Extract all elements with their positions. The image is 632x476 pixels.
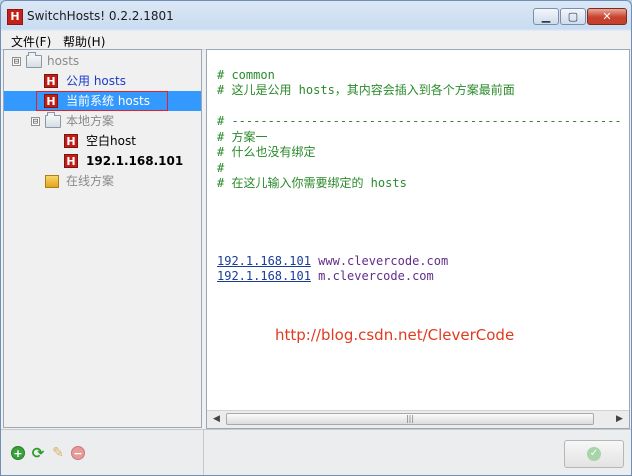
hostname: m.clevercode.com [318, 269, 434, 283]
tree-item-common-hosts[interactable]: H 公用 hosts [4, 71, 201, 91]
scrollbar-thumb[interactable]: ||| [226, 413, 594, 425]
collapse-toggle-icon[interactable]: ⊟ [12, 57, 21, 67]
ip-address[interactable]: 192.1.168.101 [217, 269, 311, 283]
app-window: H SwitchHosts! 0.2.2.1801 ▁ ▢ ✕ 文件(F) 帮助… [0, 0, 632, 476]
tree-item-label: 192.1.168.101 [86, 154, 184, 168]
menu-file[interactable]: 文件(F) [11, 33, 51, 50]
toolbar-divider [203, 430, 204, 475]
code-line: # 什么也没有绑定 [217, 145, 316, 159]
horizontal-scrollbar[interactable]: ◀ ||| ▶ [207, 410, 629, 428]
apply-button[interactable]: ✓ [564, 440, 624, 468]
code-line: # 在这儿输入你需要绑定的 hosts [217, 176, 407, 190]
editor-text[interactable]: # common # 这儿是公用 hosts，其内容会插入到各个方案最前面 # -… [217, 52, 622, 316]
host-entry: 192.1.168.101 m.clevercode.com [217, 269, 622, 285]
title-bar[interactable]: H SwitchHosts! 0.2.2.1801 ▁ ▢ ✕ [1, 1, 631, 31]
hosts-file-icon: H [64, 134, 78, 148]
minimize-button[interactable]: ▁ [533, 8, 559, 25]
tree-item-scheme-192[interactable]: H 192.1.168.101 [4, 151, 201, 171]
blog-watermark: http://blog.csdn.net/CleverCode [275, 326, 515, 344]
tree-item-label: hosts [47, 54, 80, 68]
maximize-button[interactable]: ▢ [560, 8, 586, 25]
tree-item-local-schemes[interactable]: ⊟ 本地方案 [4, 111, 201, 131]
hosts-file-icon: H [44, 74, 58, 88]
collapse-toggle-icon[interactable]: ⊟ [31, 117, 40, 127]
delete-icon[interactable]: − [71, 446, 85, 460]
tree-item-label: 本地方案 [66, 114, 115, 128]
close-button[interactable]: ✕ [587, 8, 627, 25]
code-line: # 这儿是公用 hosts，其内容会插入到各个方案最前面 [217, 83, 515, 97]
bottom-toolbar: + ⟳ ✎ − ✓ [1, 429, 631, 475]
tree-item-blank-host[interactable]: H 空白host [4, 131, 201, 151]
hosts-editor[interactable]: # common # 这儿是公用 hosts，其内容会插入到各个方案最前面 # -… [206, 49, 630, 429]
scroll-left-icon[interactable]: ◀ [209, 412, 224, 426]
code-line: # common [217, 67, 275, 82]
add-icon[interactable]: + [11, 446, 25, 460]
host-entry: 192.1.168.101 www.clevercode.com [217, 254, 622, 270]
tree-item-label: 空白host [86, 134, 136, 148]
tree-item-label: 在线方案 [66, 174, 115, 188]
menu-bar: 文件(F) 帮助(H) [1, 31, 631, 50]
code-line: # [217, 160, 225, 175]
hosts-tree: ⊟ hosts H 公用 hosts H 当前系统 hosts ⊟ 本地方案 H… [3, 49, 202, 428]
code-line: # --------------------------------------… [217, 114, 622, 128]
menu-help[interactable]: 帮助(H) [63, 33, 105, 50]
ip-address[interactable]: 192.1.168.101 [217, 254, 311, 268]
hosts-file-icon: H [64, 154, 78, 168]
code-line: # 方案一 [217, 129, 268, 144]
scroll-right-icon[interactable]: ▶ [612, 412, 627, 426]
window-title: SwitchHosts! 0.2.2.1801 [27, 9, 174, 23]
refresh-icon[interactable]: ⟳ [31, 446, 45, 461]
folder-icon [26, 52, 42, 68]
app-logo-icon: H [7, 9, 23, 25]
edit-icon[interactable]: ✎ [51, 446, 65, 460]
online-folder-icon [45, 175, 59, 188]
hostname: www.clevercode.com [318, 253, 449, 268]
tree-item-label: 公用 hosts [66, 74, 126, 88]
checkmark-icon: ✓ [587, 447, 601, 461]
tree-item-online-schemes[interactable]: 在线方案 [4, 171, 201, 191]
tree-item-hosts-root[interactable]: ⊟ hosts [4, 51, 201, 71]
highlight-box [36, 91, 168, 111]
folder-icon [45, 112, 61, 128]
